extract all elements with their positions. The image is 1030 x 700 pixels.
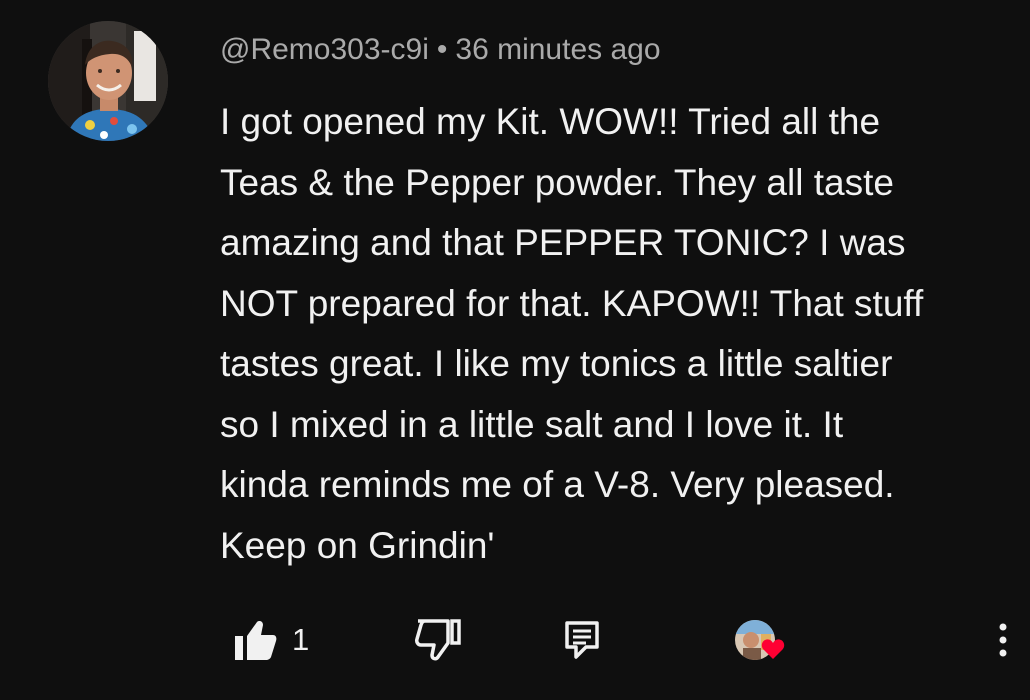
comment-meta: @Remo303-c9i • 36 minutes ago	[220, 30, 661, 70]
creator-heart-icon	[761, 639, 785, 659]
avatar-photo	[48, 21, 168, 141]
creator-heart-badge[interactable]	[735, 610, 785, 670]
comment-line: NOT prepared for that. KAPOW!! That stuf…	[220, 282, 924, 324]
creator-heart-avatar	[735, 616, 785, 664]
comment-line: so I mixed in a little salt and I love i…	[220, 403, 844, 445]
comment-line: kinda reminds me of a V-8. Very pleased.	[220, 464, 895, 505]
comment-thread: @Remo303-c9i • 36 minutes ago I got opened…	[0, 0, 1030, 700]
comment-reply-icon	[565, 621, 599, 659]
comment-text: I got opened my Kit. WOW!! Tried all the…	[220, 92, 1020, 576]
comment-actions: 1	[0, 610, 1030, 670]
author-handle[interactable]: @Remo303-c9i	[220, 33, 429, 66]
author-avatar[interactable]	[48, 21, 168, 141]
more-vertical-icon	[999, 623, 1007, 657]
like-button[interactable]	[232, 610, 278, 670]
comment-line: Keep on Grindin'	[220, 524, 495, 566]
thumbs-down-icon	[415, 619, 461, 661]
reply-button[interactable]	[562, 610, 602, 670]
like-count: 1	[292, 622, 310, 657]
more-options-button[interactable]	[985, 610, 1021, 670]
thumbs-up-icon	[235, 621, 277, 660]
comment-line: amazing and that PEPPER TONIC? I was	[220, 222, 906, 263]
comment-line: tastes great. I like my tonics a little …	[220, 343, 893, 384]
meta-separator: •	[436, 33, 448, 66]
comment-line: I got opened my Kit. WOW!! Tried all the	[220, 101, 881, 142]
comment-timestamp[interactable]: 36 minutes ago	[455, 33, 660, 66]
comment-line: Teas & the Pepper powder. They all taste	[220, 161, 894, 203]
dislike-button[interactable]	[412, 610, 462, 670]
